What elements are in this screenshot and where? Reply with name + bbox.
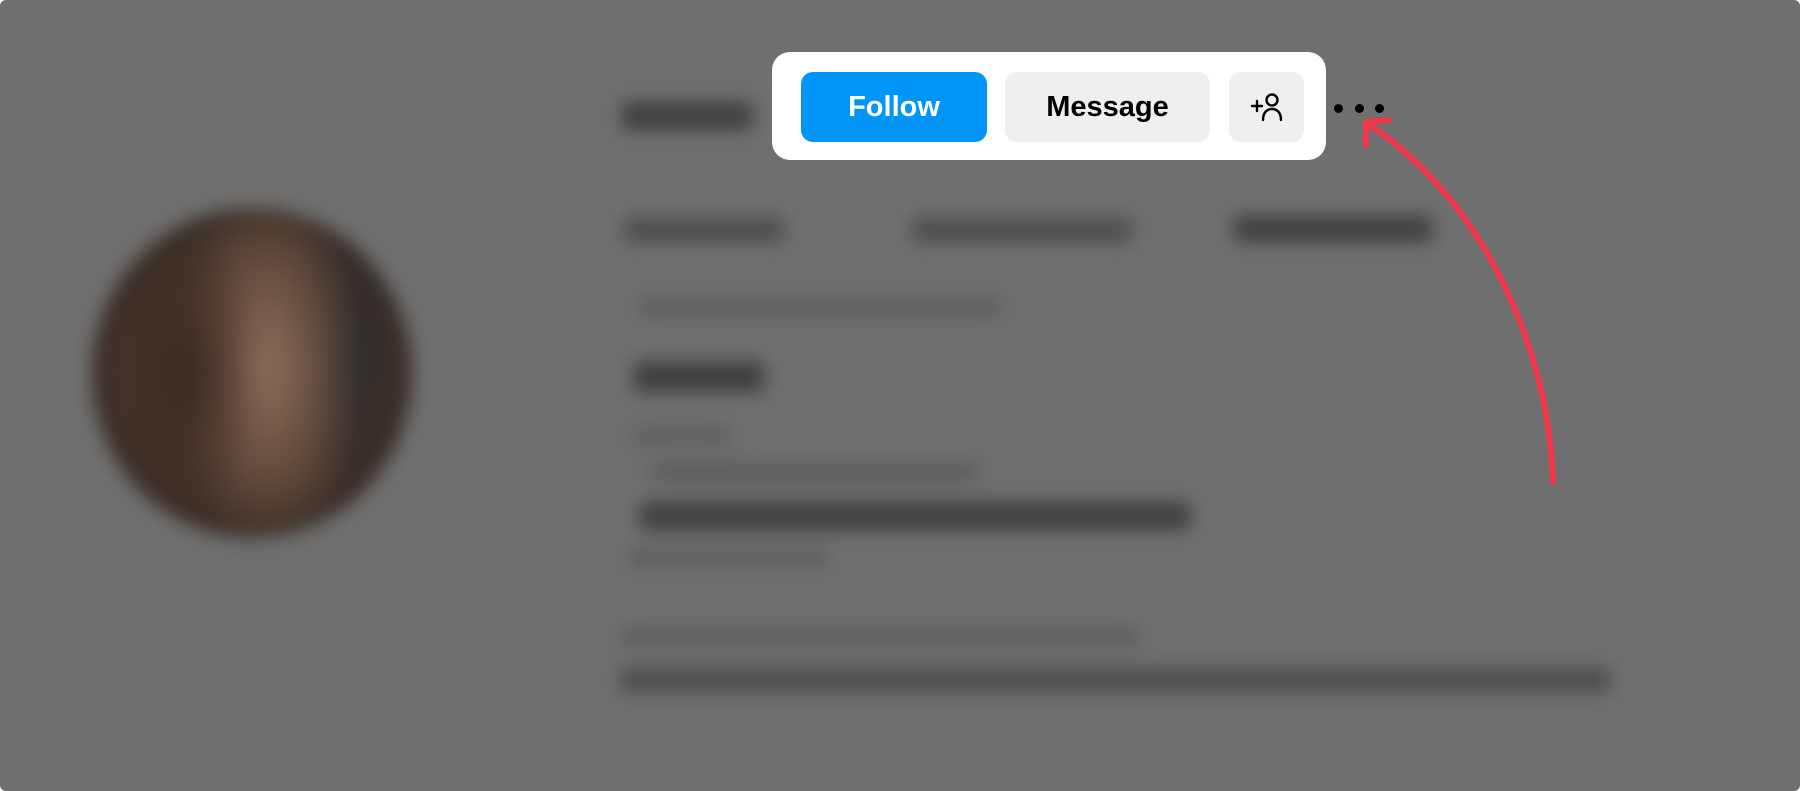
posts-count (624, 218, 784, 242)
followers-count (912, 218, 1132, 242)
follow-button[interactable]: Follow (801, 72, 987, 142)
more-options-button[interactable] (1334, 96, 1384, 120)
following-count (1234, 216, 1432, 242)
bio-line (640, 298, 1000, 316)
screenshot-stage: Follow Message (0, 0, 1800, 791)
bio-line (632, 428, 732, 444)
bio-line (620, 668, 1610, 692)
bio-line (650, 462, 980, 482)
suggested-users-button[interactable] (1229, 72, 1304, 142)
message-button[interactable]: Message (1005, 72, 1210, 142)
person-plus-icon (1250, 93, 1282, 122)
profile-username (622, 102, 752, 130)
bio-line (628, 548, 828, 566)
more-options-icon-dot (1375, 103, 1384, 113)
profile-avatar (92, 208, 412, 538)
more-options-icon (1334, 103, 1343, 113)
more-options-icon-dot (1354, 103, 1364, 113)
bio-line (640, 502, 1190, 530)
bio-line (620, 628, 1140, 646)
bio-line (634, 362, 764, 392)
